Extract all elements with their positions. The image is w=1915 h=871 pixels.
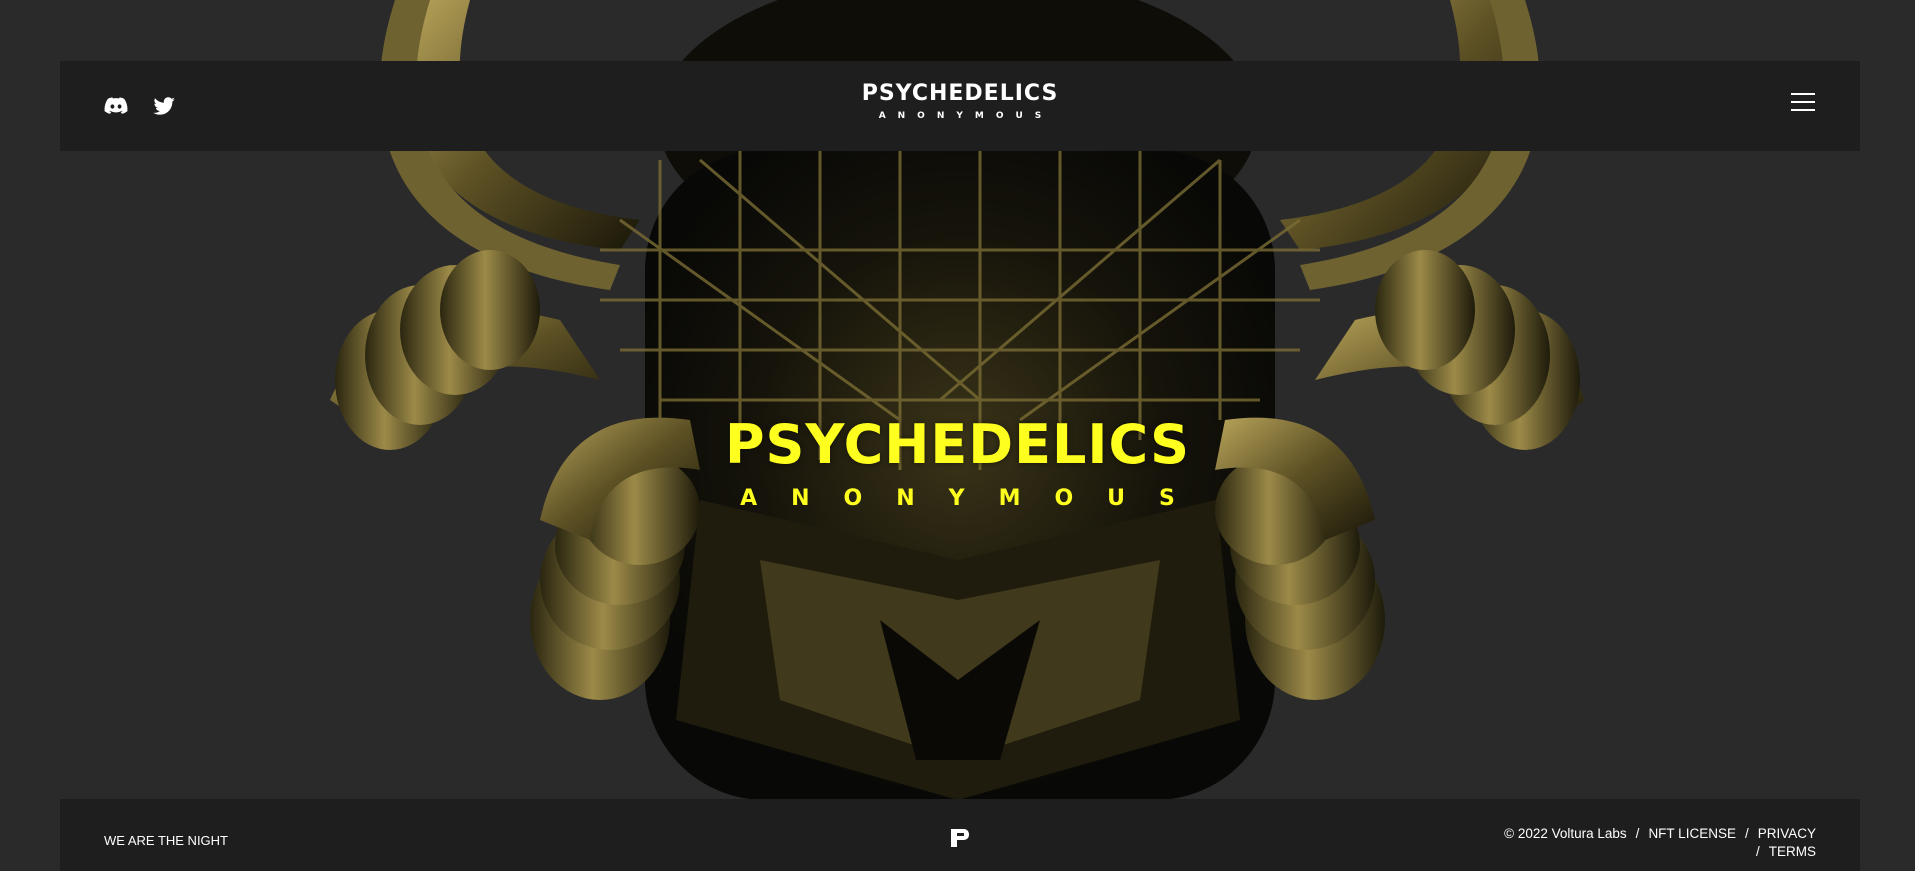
discord-icon[interactable] — [103, 93, 129, 119]
social-links — [103, 93, 177, 119]
footer-bar: WE ARE THE NIGHT © 2022 Voltura Labs / NFT… — [60, 799, 1860, 871]
privacy-link[interactable]: PRIVACY — [1758, 826, 1816, 841]
footer-slogan: WE ARE THE NIGHT — [104, 833, 228, 848]
copyright-text: © 2022 Voltura Labs — [1504, 826, 1627, 841]
terms-link[interactable]: TERMS — [1769, 844, 1816, 859]
brand-p-logo-icon[interactable] — [949, 827, 971, 849]
brand-logo[interactable]: PSYCHEDELICS ANONYMOUS — [861, 81, 1059, 122]
hero-title: PSYCHEDELICS ANONYMOUS — [0, 413, 1915, 512]
hero-title-line1: PSYCHEDELICS — [724, 413, 1191, 476]
brand-title: PSYCHEDELICS — [861, 81, 1059, 106]
twitter-icon[interactable] — [151, 93, 177, 119]
footer-legal: © 2022 Voltura Labs / NFT LICENSE / PRIVACY … — [1504, 825, 1816, 861]
separator: / — [1755, 844, 1760, 859]
separator: / — [1744, 826, 1749, 841]
hero-title-line2: ANONYMOUS — [740, 486, 1209, 511]
separator: / — [1635, 826, 1640, 841]
brand-subtitle: ANONYMOUS — [878, 111, 1054, 121]
hamburger-menu-icon[interactable] — [1791, 93, 1815, 113]
top-navigation-bar: PSYCHEDELICS ANONYMOUS — [60, 61, 1860, 151]
nft-license-link[interactable]: NFT LICENSE — [1648, 826, 1736, 841]
